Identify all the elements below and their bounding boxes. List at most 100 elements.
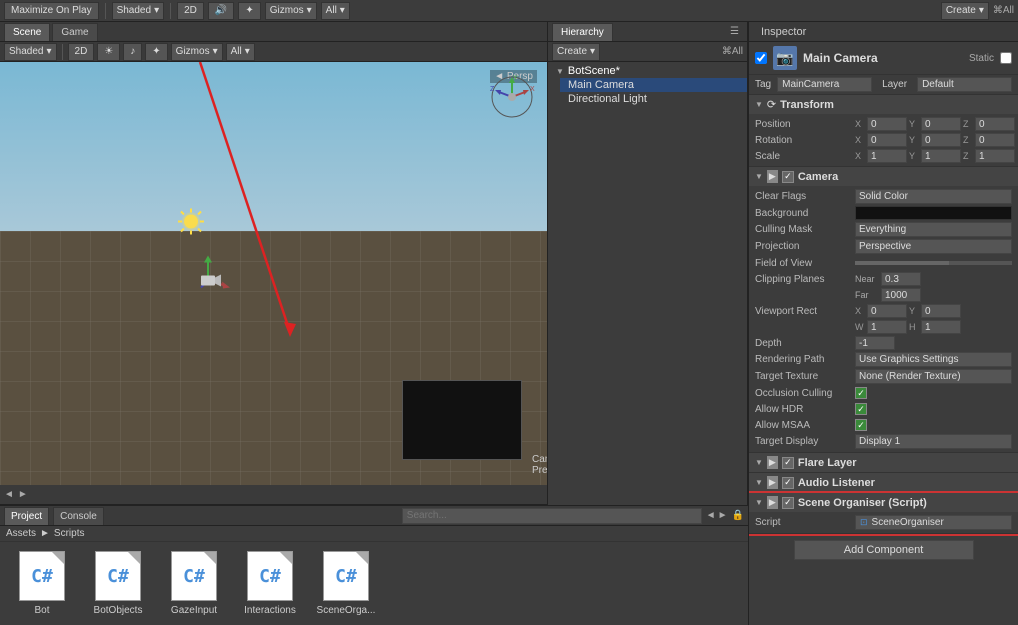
near-input[interactable] — [881, 272, 921, 286]
script-bot[interactable]: C# Bot — [12, 551, 72, 616]
clipping-row: Clipping Planes Near — [749, 271, 1018, 287]
rotation-label: Rotation — [755, 135, 855, 146]
scene-all-dropdown[interactable]: All ▾ — [226, 43, 255, 61]
transform-content: Position X Y Z Rotation X — [749, 114, 1018, 166]
left-panel: Scene Game Shaded ▾ 2D ☀ ♪ ✦ Gizmos ▾ — [0, 22, 748, 625]
organiser-enabled-checkbox[interactable] — [782, 497, 794, 509]
position-y-input[interactable] — [921, 117, 961, 131]
assets-search-input[interactable] — [402, 508, 702, 524]
assets-tab[interactable]: Project — [4, 507, 49, 525]
far-input[interactable] — [881, 288, 921, 302]
game-tab[interactable]: Game — [52, 23, 97, 41]
flare-layer-section: ▼ ▶ Flare Layer — [749, 453, 1018, 473]
rendering-path-dropdown[interactable]: Use Graphics Settings — [855, 352, 1012, 367]
organiser-collapse-icon: ▼ — [755, 498, 763, 507]
assets-scroll-left-icon[interactable]: ◄ — [706, 510, 716, 521]
script-sceneorga[interactable]: C# SceneOrga... — [316, 551, 376, 616]
hierarchy-tab[interactable]: Hierarchy — [552, 23, 613, 41]
hierarchy-item-directional-light[interactable]: Directional Light — [560, 92, 747, 106]
projection-value: Perspective — [855, 239, 1012, 254]
static-checkbox[interactable] — [1000, 52, 1012, 64]
maximize-on-play-button[interactable]: Maximize On Play — [4, 2, 99, 20]
scene-2d-btn[interactable]: 2D — [68, 43, 95, 61]
allow-hdr-checkbox[interactable] — [855, 403, 867, 415]
scene-shaded-dropdown[interactable]: Shaded ▾ — [4, 43, 57, 61]
assets-lock-icon[interactable]: 🔒 — [732, 510, 744, 521]
camera-content: Clear Flags Solid Color Background — [749, 186, 1018, 452]
assets-scroll-right-icon[interactable]: ► — [718, 510, 728, 521]
script-interactions[interactable]: C# Interactions — [240, 551, 300, 616]
console-tab[interactable]: Console — [53, 507, 104, 525]
layer-dropdown[interactable]: Default — [917, 77, 1012, 92]
script-botobjects[interactable]: C# BotObjects — [88, 551, 148, 616]
occlusion-checkbox[interactable] — [855, 387, 867, 399]
all-dropdown[interactable]: All ▾ — [321, 2, 350, 20]
allow-msaa-checkbox[interactable] — [855, 419, 867, 431]
scale-y-input[interactable] — [921, 149, 961, 163]
scale-y-label: Y — [909, 151, 919, 161]
scale-z-input[interactable] — [975, 149, 1015, 163]
culling-mask-dropdown[interactable]: Everything — [855, 222, 1012, 237]
camera-header[interactable]: ▼ ▶ Camera — [749, 167, 1018, 186]
position-x-input[interactable] — [867, 117, 907, 131]
scene-view[interactable]: ◄ Persp — [0, 62, 547, 485]
scene-gizmos-dropdown[interactable]: Gizmos ▾ — [171, 43, 223, 61]
inspector-tab-bar: Inspector — [749, 22, 1018, 42]
script-ref-field[interactable]: ⊡ SceneOrganiser — [855, 515, 1012, 530]
allow-msaa-value — [855, 419, 1012, 431]
flare-layer-header[interactable]: ▼ ▶ Flare Layer — [749, 453, 1018, 472]
tag-dropdown[interactable]: MainCamera — [777, 77, 872, 92]
scene-organiser-header[interactable]: ▼ ▶ Scene Organiser (Script) — [749, 493, 1018, 512]
script-gazeinput[interactable]: C# GazeInput — [164, 551, 224, 616]
rotation-y-input[interactable] — [921, 133, 961, 147]
rotation-x-input[interactable] — [867, 133, 907, 147]
2d-button[interactable]: 2D — [177, 2, 204, 20]
position-z-input[interactable] — [975, 117, 1015, 131]
viewport-h-input[interactable] — [921, 320, 961, 334]
scene-lighting-btn[interactable]: ☀ — [97, 43, 120, 61]
fov-slider[interactable] — [855, 261, 1012, 265]
inspector-tab[interactable]: Inspector — [753, 25, 814, 39]
object-enabled-checkbox[interactable] — [755, 52, 767, 64]
camera-preview — [402, 380, 522, 460]
camera-enabled-checkbox[interactable] — [782, 171, 794, 183]
hierarchy-create-dropdown[interactable]: Create ▾ — [552, 43, 600, 61]
fov-label: Field of View — [755, 258, 855, 269]
transform-header[interactable]: ▼ ⟳ Transform — [749, 95, 1018, 114]
shaded-dropdown[interactable]: Shaded ▾ — [112, 2, 165, 20]
scene-audio-btn[interactable]: ♪ — [123, 43, 142, 61]
culling-mask-row: Culling Mask Everything — [749, 221, 1018, 238]
scale-x-input[interactable] — [867, 149, 907, 163]
rotation-z-input[interactable] — [975, 133, 1015, 147]
hierarchy-scene-root[interactable]: ▼ BotScene* — [548, 64, 747, 78]
breadcrumb-assets[interactable]: Assets — [6, 528, 36, 539]
audio-button[interactable]: 🔊 — [208, 2, 234, 20]
fx-button[interactable]: ✦ — [238, 2, 260, 20]
hierarchy-options[interactable]: ☰ — [730, 26, 743, 37]
audio-enabled-checkbox[interactable] — [782, 477, 794, 489]
viewport-y-input[interactable] — [921, 304, 961, 318]
gizmos-dropdown[interactable]: Gizmos ▾ — [265, 2, 317, 20]
clear-flags-dropdown[interactable]: Solid Color — [855, 189, 1012, 204]
scene-fx-btn[interactable]: ✦ — [145, 43, 167, 61]
hierarchy-item-main-camera[interactable]: Main Camera — [560, 78, 747, 92]
scroll-left-icon[interactable]: ◄ — [4, 489, 14, 500]
breadcrumb-scripts[interactable]: Scripts — [54, 528, 85, 539]
target-display-dropdown[interactable]: Display 1 — [855, 434, 1012, 449]
scroll-right-icon[interactable]: ► — [18, 489, 28, 500]
projection-dropdown[interactable]: Perspective — [855, 239, 1012, 254]
scene-tab[interactable]: Scene — [4, 23, 50, 41]
depth-input[interactable] — [855, 336, 895, 350]
scene-sky — [0, 62, 547, 231]
target-texture-dropdown[interactable]: None (Render Texture) — [855, 369, 1012, 384]
flare-enabled-checkbox[interactable] — [782, 457, 794, 469]
add-component-button[interactable]: Add Component — [794, 540, 974, 560]
assets-panel: Project Console ◄ ► 🔒 Assets ► Scripts C… — [0, 505, 748, 625]
background-color-swatch[interactable] — [855, 206, 1012, 220]
camera-object — [183, 255, 233, 308]
viewport-w-input[interactable] — [867, 320, 907, 334]
viewport-x-input[interactable] — [867, 304, 907, 318]
create-dropdown[interactable]: Create ▾ — [941, 2, 989, 20]
audio-listener-header[interactable]: ▼ ▶ Audio Listener — [749, 473, 1018, 492]
position-value: X Y Z — [855, 117, 1015, 131]
